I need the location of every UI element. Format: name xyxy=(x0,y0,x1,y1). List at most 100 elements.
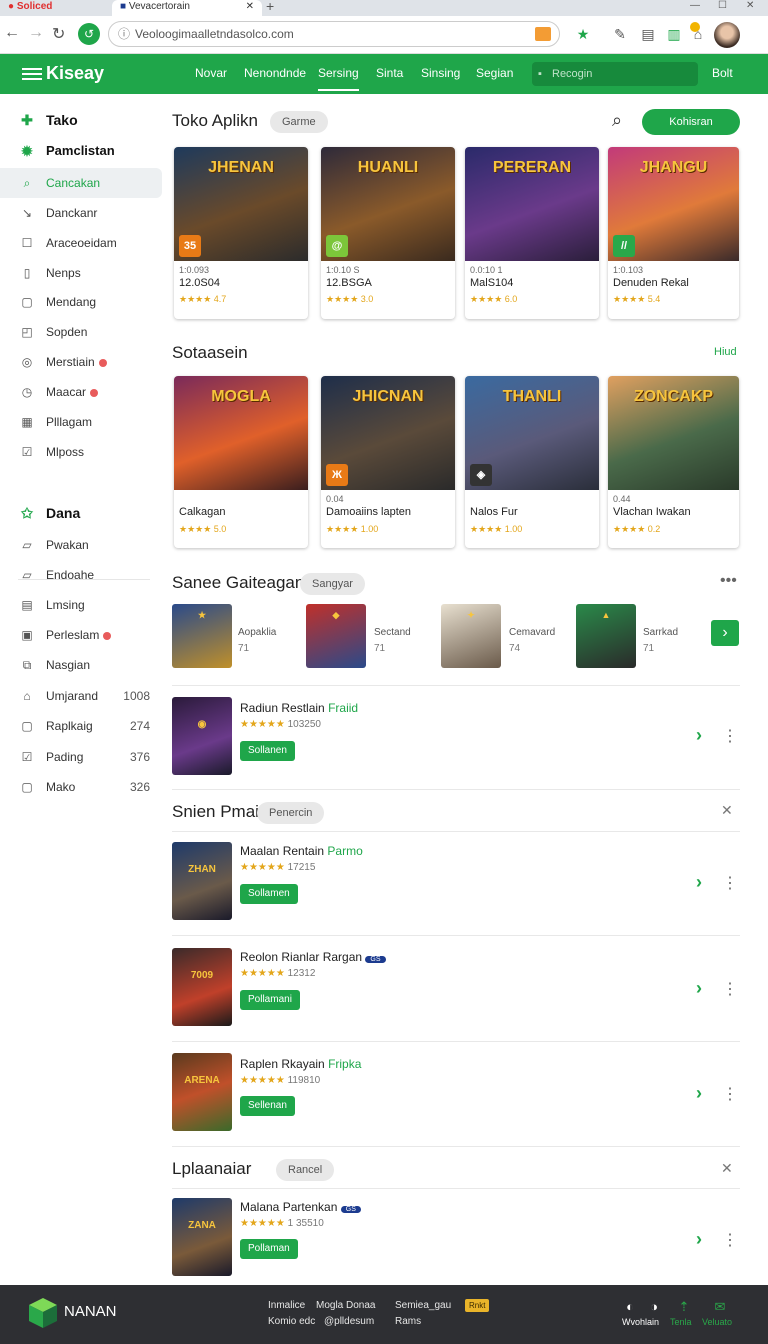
sidebar-item-endoahe[interactable]: ▱ Endoahe xyxy=(0,560,162,590)
app-card-8[interactable]: ZONCAKP 0.44 Vlachan Iwakan ★★★★ 0.2 xyxy=(608,376,739,548)
app-card-6[interactable]: JHICNAN Ж 0.04 Damoaiins lapten ★★★★ 1.0… xyxy=(321,376,455,548)
chart-icon[interactable]: ▥ xyxy=(666,26,682,42)
footer-link-1[interactable]: Inmalice xyxy=(268,1300,305,1311)
sidebar-item-umjarand[interactable]: ⌂ Umjarand 1008 xyxy=(0,681,162,711)
browser-tab-1[interactable]: ● Soliced xyxy=(0,0,110,16)
app-card-7[interactable]: THANLI ◈ Nalos Fur ★★★★ 1.00 xyxy=(465,376,599,548)
list-item-install-button[interactable]: Pollaman xyxy=(240,1239,298,1259)
footer-action-label[interactable]: Wvohlain xyxy=(622,1317,659,1327)
menu-icon[interactable] xyxy=(22,65,42,81)
arrow-up-icon[interactable]: ⇡ xyxy=(672,1299,696,1315)
app-card-3[interactable]: PERERAN 0.0:10 1 MalS104 ★★★★ 6.0 xyxy=(465,147,599,319)
mail-icon[interactable]: ✉ xyxy=(708,1299,732,1315)
sidebar-item-danckanr[interactable]: ↘ Danckanr xyxy=(0,198,162,228)
nav-item-3-selected[interactable]: Sersing xyxy=(318,66,359,91)
mini-app-2[interactable]: ◆ xyxy=(306,604,366,668)
footer-link-5[interactable]: @plldesum xyxy=(324,1316,374,1327)
more-vertical-icon[interactable]: ⋮ xyxy=(722,979,738,999)
section-5-chip[interactable]: Rancel xyxy=(276,1159,335,1181)
nav-item-4[interactable]: Sinta xyxy=(376,66,403,80)
sidebar-item-pwakan[interactable]: ▱ Pwakan xyxy=(0,530,162,560)
bookmark-star-icon[interactable]: ★ xyxy=(575,26,591,42)
reload-icon[interactable]: ↻ xyxy=(52,24,65,44)
sidebar-item-nasgian[interactable]: ⧉ Nasgian xyxy=(0,650,162,680)
list-item-install-button[interactable]: Sollamen xyxy=(240,884,298,904)
search-icon[interactable]: ⌕ xyxy=(612,110,622,131)
app-card-5[interactable]: MOGLA Calkagan ★★★★ 5.0 xyxy=(174,376,308,548)
footer-action-label[interactable]: Veluato xyxy=(702,1317,732,1327)
list-item-install-button[interactable]: Sellenan xyxy=(240,1096,295,1116)
more-vertical-icon[interactable]: ⋮ xyxy=(722,873,738,893)
sidebar-item-tako[interactable]: ✚ Tako xyxy=(0,105,162,135)
list-item[interactable]: ZHAN xyxy=(172,842,232,920)
scroll-next-button[interactable]: › xyxy=(711,620,739,646)
store-filter-chip[interactable]: Garme xyxy=(270,111,328,133)
minimize-icon[interactable]: — xyxy=(690,0,700,11)
section-3-chip[interactable]: Sangyar xyxy=(300,573,365,595)
section-2-link[interactable]: Hiud xyxy=(714,346,737,358)
sidebar-item-pamclistan[interactable]: ✹ Pamclistan xyxy=(0,136,162,166)
sidebar-item-sopden[interactable]: ◰ Sopden xyxy=(0,317,162,347)
mini-app-1[interactable]: ★ xyxy=(172,604,232,668)
close-tab-icon[interactable]: ✕ xyxy=(246,0,254,14)
sidebar-item-mako[interactable]: ▢ Mako 326 xyxy=(0,772,162,802)
nav-item-2[interactable]: Nenondnde xyxy=(244,66,306,80)
list-item[interactable]: ARENA xyxy=(172,1053,232,1131)
footer-link-6[interactable]: Rams xyxy=(395,1316,421,1327)
footer-link-3[interactable]: Semiea_gau xyxy=(395,1300,451,1311)
close-window-icon[interactable]: ✕ xyxy=(746,0,754,11)
sidebar-item-plllagam[interactable]: ▦ Plllagam xyxy=(0,407,162,437)
section-4-chip[interactable]: Penercin xyxy=(257,802,325,824)
mini-app-3[interactable]: ✦ xyxy=(441,604,501,668)
footer-link-2[interactable]: Mogla Donaa xyxy=(316,1300,375,1311)
more-vertical-icon[interactable]: ⋮ xyxy=(722,1230,738,1250)
app-card-4[interactable]: JHANGU // 1:0.103 Denuden Rekal ★★★★ 5.4 xyxy=(608,147,739,319)
list-item-install-button[interactable]: Pollamani xyxy=(240,990,300,1010)
nav-item-5[interactable]: Sinsing xyxy=(421,66,460,80)
list-item[interactable]: 7009 xyxy=(172,948,232,1026)
sidebar-item-maacar[interactable]: ◷ Maacar xyxy=(0,377,162,407)
more-vertical-icon[interactable]: ⋮ xyxy=(722,1084,738,1104)
sidebar-section-dana[interactable]: ✩ Dana xyxy=(0,498,162,528)
chevron-right-icon[interactable]: › xyxy=(696,1083,702,1104)
pen-icon[interactable]: ✎ xyxy=(612,26,628,42)
sidebar-item-raplkaig[interactable]: ▢ Raplkaig 274 xyxy=(0,711,162,741)
app-card-2[interactable]: HUANLI @ 1:0.10 S 12.BSGA ★★★★ 3.0 xyxy=(321,147,455,319)
doc-icon[interactable]: ▤ xyxy=(640,26,656,42)
profile-manager-icon[interactable]: ⌂ xyxy=(690,26,706,42)
site-logo-icon[interactable]: ↺ xyxy=(78,23,100,45)
back-icon[interactable]: ← xyxy=(4,24,20,42)
chevron-right-icon[interactable]: › xyxy=(696,872,702,893)
sidebar-item-merstiain[interactable]: ◎ Merstiain xyxy=(0,347,162,377)
featured-app-row[interactable]: ◉ xyxy=(172,697,232,775)
footer-action-label[interactable]: Tenla xyxy=(670,1317,692,1327)
mini-app-4[interactable]: ▲ xyxy=(576,604,636,668)
close-icon[interactable]: ✕ xyxy=(721,1160,733,1177)
sidebar-item-cancakan[interactable]: ⌕ Cancakan xyxy=(0,168,162,198)
more-horizontal-icon[interactable]: ••• xyxy=(720,572,737,590)
refresh-icon[interactable]: ◐ xyxy=(618,1299,642,1314)
app-logo[interactable]: Kiseay xyxy=(46,63,104,84)
browser-tab-2[interactable]: ■ Vevacertorain ✕ xyxy=(112,0,262,16)
footer-link-4[interactable]: Komio edc xyxy=(268,1316,315,1327)
more-vertical-icon[interactable]: ⋮ xyxy=(722,726,738,746)
list-item[interactable]: ZANA xyxy=(172,1198,232,1276)
featured-install-button[interactable]: Sollanen xyxy=(240,741,295,761)
address-bar[interactable]: ⓘ Veoloogimaalletndasolco.com xyxy=(108,21,560,47)
sidebar-item-pading[interactable]: ☑ Pading 376 xyxy=(0,742,162,772)
chevron-right-icon[interactable]: › xyxy=(696,725,702,746)
sync-icon[interactable]: ◑ xyxy=(642,1299,666,1314)
sidebar-item-lmsing[interactable]: ▤ Lmsing xyxy=(0,590,162,620)
nav-item-6[interactable]: Segian xyxy=(476,66,513,80)
header-right-link[interactable]: Bolt xyxy=(712,66,733,80)
sidebar-item-nenps[interactable]: ▯ Nenps xyxy=(0,258,162,288)
sidebar-item-perleslam[interactable]: ▣ Perleslam xyxy=(0,620,162,650)
extension-icon[interactable] xyxy=(535,27,551,41)
chevron-right-icon[interactable]: › xyxy=(696,1229,702,1250)
close-icon[interactable]: ✕ xyxy=(721,802,733,819)
maximize-icon[interactable]: ☐ xyxy=(718,0,727,11)
sidebar-item-mlposs[interactable]: ☑ Mlposs xyxy=(0,437,162,467)
forward-icon[interactable]: → xyxy=(28,24,44,42)
chevron-right-icon[interactable]: › xyxy=(696,978,702,999)
sidebar-item-araceoeidam[interactable]: ☐ Araceoeidam xyxy=(0,228,162,258)
